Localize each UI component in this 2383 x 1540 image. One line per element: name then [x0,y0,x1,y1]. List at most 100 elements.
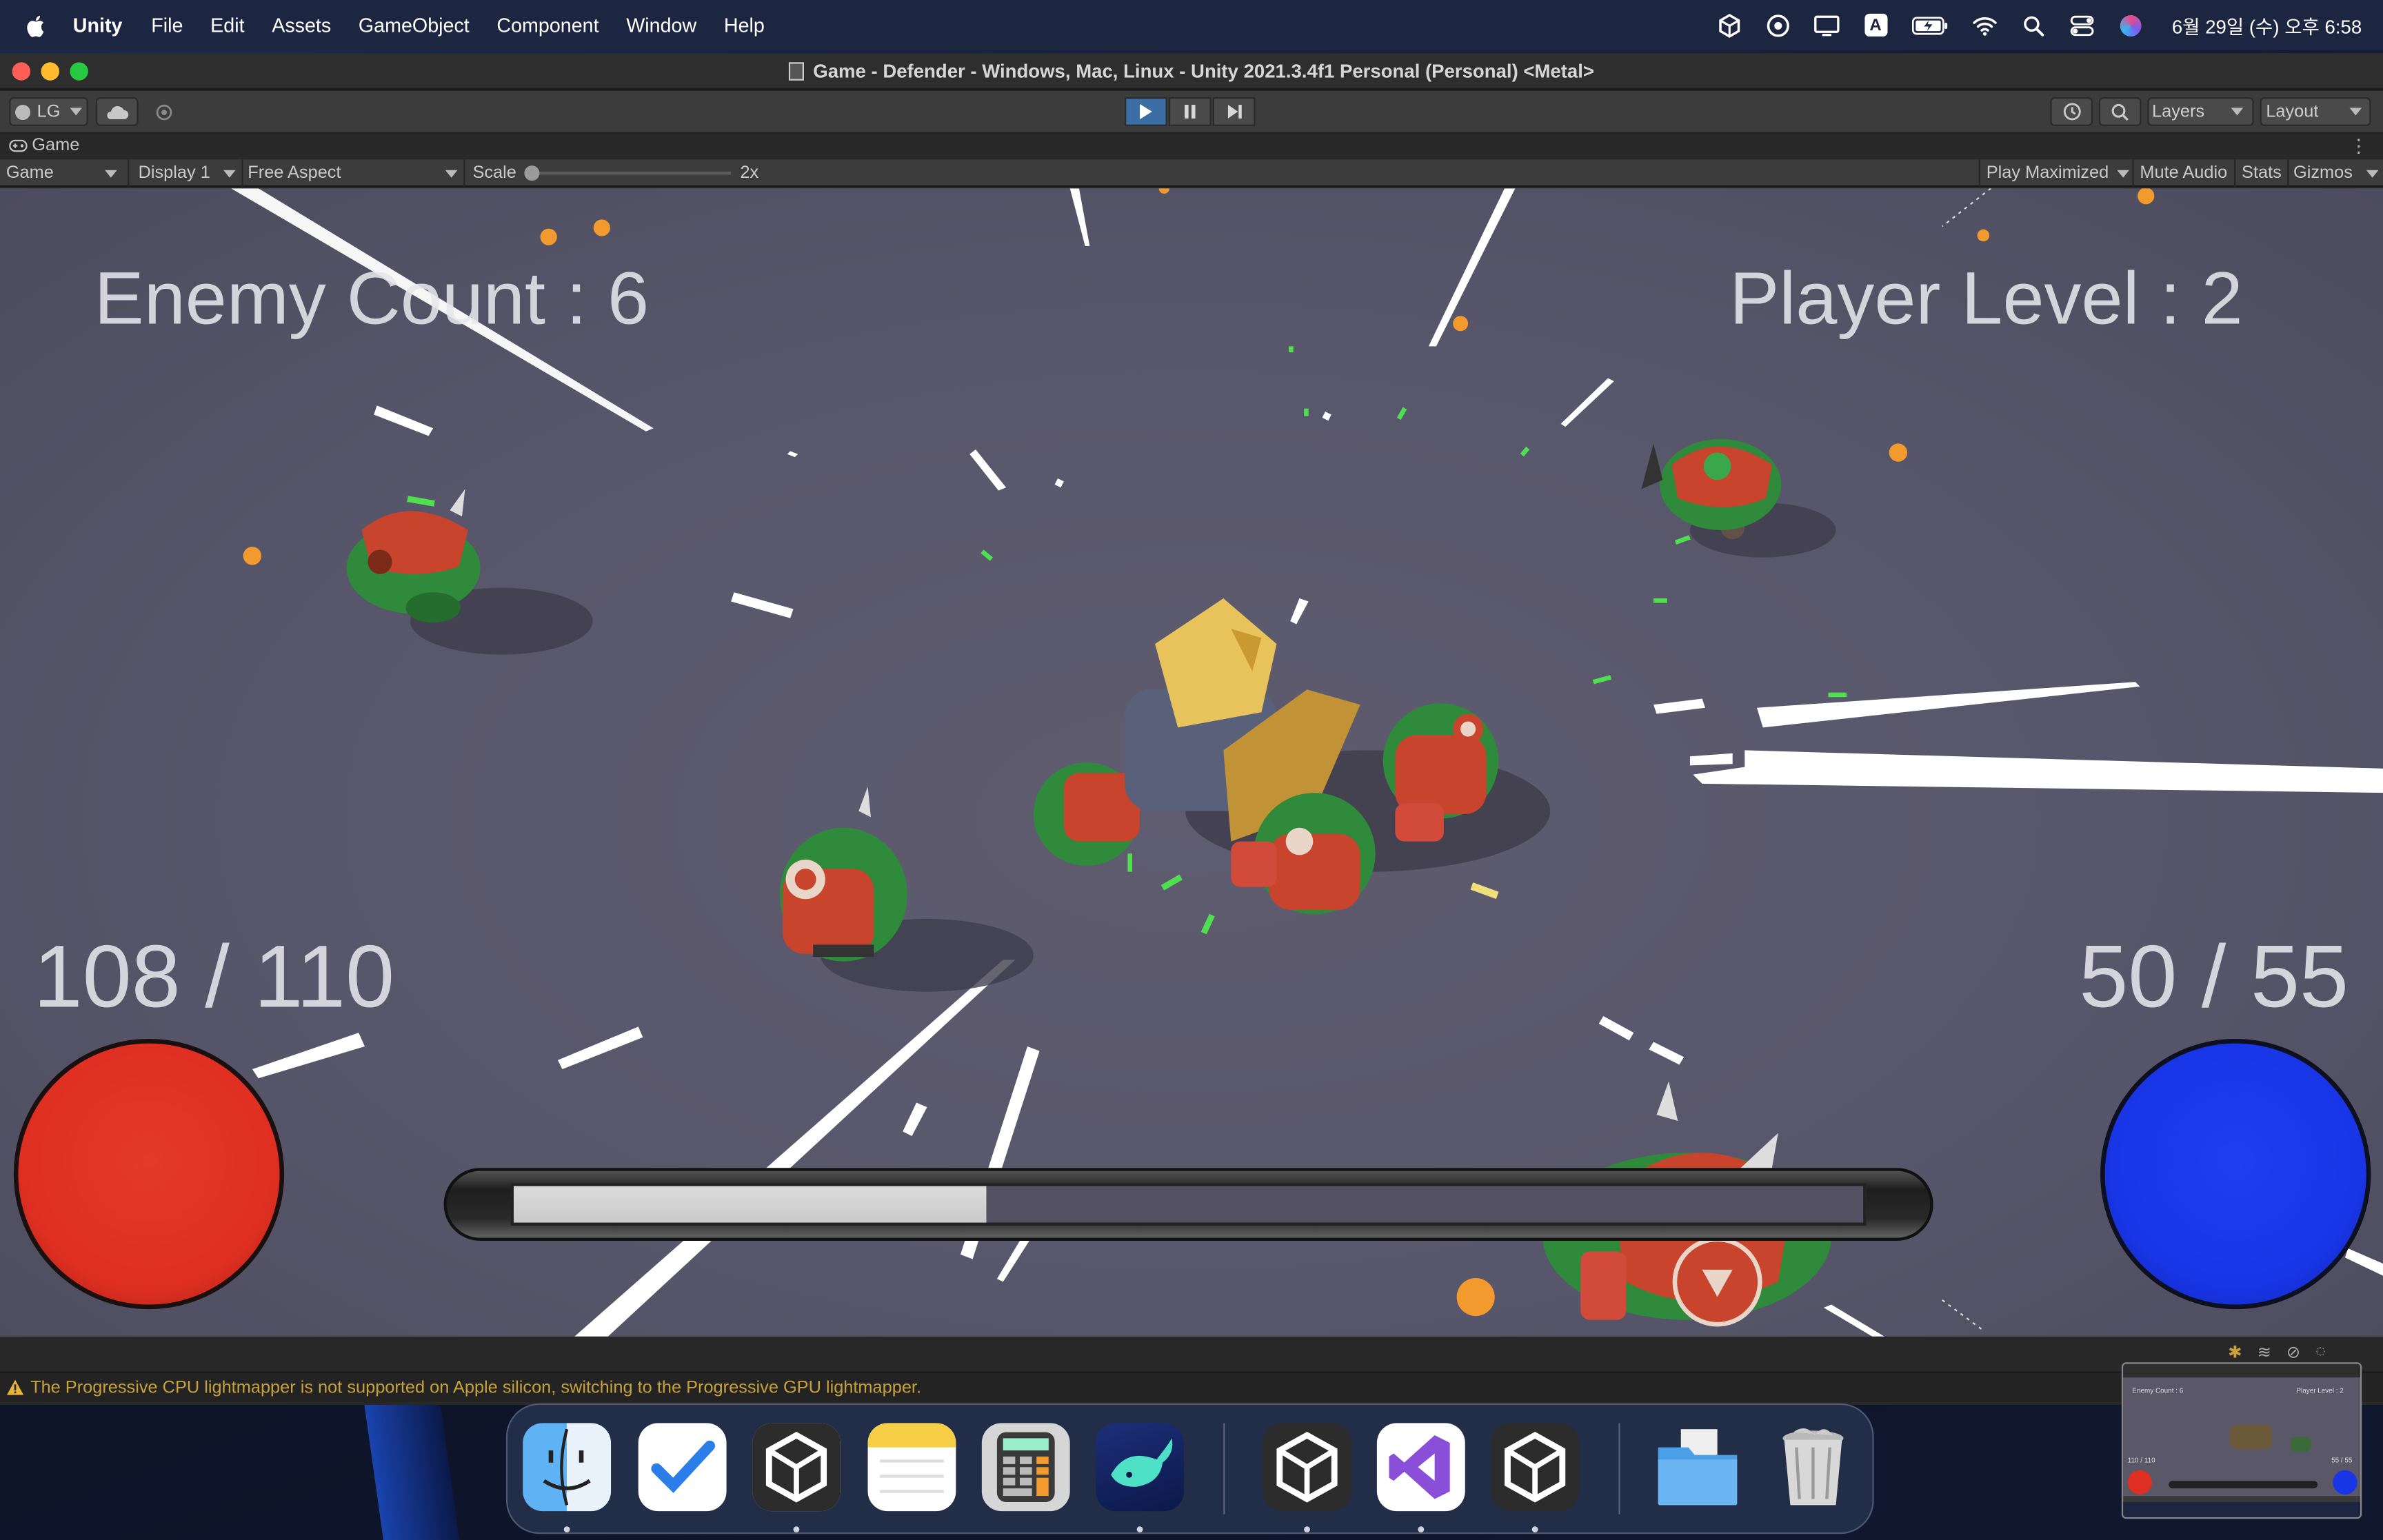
screen: Unity File Edit Assets GameObject Compon… [0,0,2383,1540]
menu-component[interactable]: Component [496,14,599,37]
orc-enemy-mid-left [779,787,1034,992]
menubar-clock[interactable]: 6월 29일 (수) 오후 6:58 [2172,10,2362,39]
game-view-toolbar: Game Display 1 Free Aspect Scale 2x Play… [0,159,2383,187]
unity-icon[interactable] [1263,1423,1351,1512]
running-indicator [1418,1526,1425,1533]
chevron-down-icon [2349,108,2362,116]
display-select-label: Display 1 [138,163,210,183]
main-toolbar: LG Layers Layout [0,91,2383,134]
running-indicator [1531,1526,1538,1533]
aspect-select-label: Free Aspect [248,163,341,183]
dock [505,1403,1874,1534]
orc-enemy-top-right [1641,438,1836,558]
unity-icon[interactable] [1491,1423,1580,1512]
downloads-folder-icon[interactable] [1653,1423,1742,1511]
input-source-icon[interactable]: A [1862,12,1889,39]
running-indicator [1304,1526,1310,1533]
play-maximized-select[interactable]: Play Maximized [1987,161,2129,185]
pause-button[interactable] [1168,97,1211,126]
progress-icon[interactable]: ◌ [2315,1343,2325,1363]
window-zoom-button[interactable] [70,62,88,81]
notes-icon[interactable] [867,1423,956,1512]
spotlight-search-icon[interactable] [2020,12,2047,39]
enemy-count-label: Enemy Count : 6 [94,258,650,341]
orc-enemy-left [346,489,593,655]
trash-icon[interactable] [1769,1423,1858,1511]
more-options-icon[interactable]: ⋮ [2350,135,2368,156]
menu-bar: Unity File Edit Assets GameObject Compon… [0,0,2383,50]
todo-icon[interactable] [638,1423,727,1512]
layout-dropdown[interactable]: Layout [2260,97,2371,126]
display-icon[interactable] [1813,12,1841,39]
running-indicator [1136,1526,1143,1533]
unity-icon[interactable] [752,1423,841,1512]
layers-dropdown[interactable]: Layers [2147,97,2254,126]
menu-gameobject[interactable]: GameObject [359,14,470,37]
siri-icon[interactable] [2118,12,2145,39]
view-select[interactable]: Game [6,161,122,185]
chevron-down-icon [2117,169,2129,177]
running-indicator [793,1526,800,1533]
menu-help[interactable]: Help [724,14,765,37]
gizmos-dropdown[interactable]: Gizmos [2293,161,2379,185]
scale-label: Scale [472,163,516,183]
step-button[interactable] [1212,97,1256,126]
display-select[interactable]: Display 1 [139,161,239,185]
game-tab-bar: Game ⋮ [0,135,2383,160]
player-hero [1033,598,1551,915]
thumbnail-enemy-count: Enemy Count : 6 [2132,1386,2184,1395]
game-scene [231,188,2383,1337]
menu-edit[interactable]: Edit [210,14,244,37]
layers-label: Layers [2152,102,2205,121]
play-icon [1140,103,1152,119]
account-icon [15,103,31,119]
scale-slider[interactable] [524,161,732,185]
gamepad-icon [9,139,28,152]
cloud-button[interactable] [95,97,139,126]
chevron-down-icon [2366,169,2379,177]
debug-icon[interactable]: ⊘ [2286,1343,2300,1362]
steam-icon[interactable] [1764,12,1792,39]
console-status-bar[interactable]: The Progressive CPU lightmapper is not s… [0,1371,2383,1402]
play-maximized-label: Play Maximized [1986,163,2109,183]
window-titlebar[interactable]: Game - Defender - Windows, Mac, Linux - … [0,53,2383,90]
account-dropdown[interactable]: LG [9,97,88,126]
window-close-button[interactable] [12,62,31,81]
visual-studio-icon[interactable] [1376,1423,1465,1512]
wifi-icon[interactable] [1971,12,1999,39]
control-center-icon[interactable] [2069,12,2096,39]
mute-audio-toggle[interactable]: Mute Audio [2140,161,2227,185]
game-viewport[interactable]: Enemy Count : 6 Player Level : 2 108 / 1… [0,188,2383,1337]
collab-button[interactable] [144,97,184,126]
console-warning-text: The Progressive CPU lightmapper is not s… [30,1378,922,1397]
undo-history-button[interactable] [2050,97,2093,126]
chevron-down-icon [105,169,117,177]
menu-window[interactable]: Window [626,14,696,37]
stack-icon[interactable]: ≋ [2258,1343,2271,1362]
play-button[interactable] [1125,97,1167,126]
window-minimize-button[interactable] [41,62,59,81]
thumbnail-mana: 55 / 55 [2331,1456,2353,1464]
screenshot-thumbnail[interactable]: Enemy Count : 6 Player Level : 2 110 / 1… [2121,1362,2362,1519]
stats-toggle[interactable]: Stats [2242,161,2282,185]
player-level-label: Player Level : 2 [1729,258,2243,341]
whale-browser-icon[interactable] [1096,1423,1184,1512]
menu-file[interactable]: File [151,14,183,37]
tab-game[interactable]: Game [9,136,79,155]
calculator-icon[interactable] [981,1423,1070,1512]
app-name-menu[interactable]: Unity [73,14,123,37]
unity-hub-icon[interactable] [1716,12,1744,39]
gizmos-label: Gizmos [2293,163,2353,183]
pause-icon [1185,105,1196,119]
finder-icon[interactable] [523,1423,612,1512]
search-button[interactable] [2098,97,2142,126]
lighting-icon[interactable]: ✱ [2228,1343,2242,1362]
health-orb [13,1038,285,1310]
mana-text: 50 / 55 [2079,928,2349,1027]
experience-bar [443,1168,1933,1242]
scale-slider-handle[interactable] [524,165,540,181]
warning-icon [6,1379,24,1395]
aspect-select[interactable]: Free Aspect [248,161,461,185]
apple-icon[interactable] [24,13,48,37]
menu-assets[interactable]: Assets [272,14,331,37]
